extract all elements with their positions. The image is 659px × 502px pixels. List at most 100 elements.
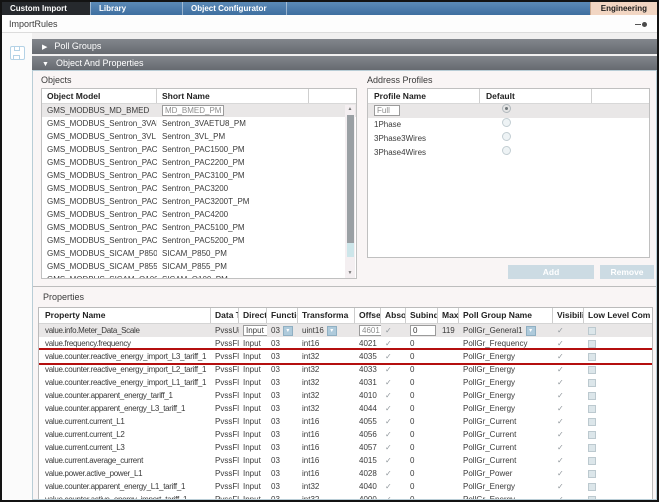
dropdown-arrow-icon[interactable]: ▾ xyxy=(283,326,293,336)
profile-row[interactable]: 3Phase4Wires xyxy=(368,146,649,160)
object-row[interactable]: GMS_MODBUS_Sentron_PAC1500 Sentron_PAC15… xyxy=(42,143,356,156)
column-default[interactable]: Default xyxy=(480,89,592,103)
tab-bar: Custom Import Rules Library Configurator… xyxy=(2,2,657,15)
object-row[interactable]: GMS_MODBUS_Sentron_PAC4200 Sentron_PAC42… xyxy=(42,208,356,221)
cell-function: 03 xyxy=(267,480,298,493)
object-row[interactable]: GMS_MODBUS_Sentron_PAC3200 Sentron_PAC32… xyxy=(42,182,356,195)
column-object-model[interactable]: Object Model xyxy=(42,89,157,103)
low-level-checkbox[interactable] xyxy=(588,405,596,413)
column-data-type[interactable]: Data Ty xyxy=(211,308,239,323)
scroll-up-icon[interactable]: ▲ xyxy=(345,105,355,114)
engineering-mode-badge[interactable]: Engineering xyxy=(590,2,657,15)
low-level-checkbox[interactable] xyxy=(588,444,596,452)
profile-name-input[interactable]: Full xyxy=(374,105,400,116)
property-row[interactable]: value.info.Meter_Data_Scale PvssUint Inp… xyxy=(39,324,652,337)
object-row[interactable]: GMS_MODBUS_MD_BMED MD_BMED_PM xyxy=(42,104,356,117)
section-header-poll-groups[interactable]: ▶Poll Groups xyxy=(32,39,657,54)
property-row[interactable]: value.counter.reactive_energy_import_L1_… xyxy=(39,376,652,389)
scrollbar-thumb[interactable] xyxy=(347,115,354,243)
tab-object-configurator[interactable]: Object Configurator xyxy=(182,2,282,15)
column-profile-name[interactable]: Profile Name xyxy=(368,89,480,103)
remove-button[interactable]: Remove xyxy=(600,265,654,279)
section-header-object-and-properties[interactable]: ▼Object And Properties xyxy=(32,56,657,70)
subindex-input[interactable]: 0 xyxy=(410,325,436,336)
column-max[interactable]: Max S xyxy=(438,308,459,323)
property-row[interactable]: value.frequency.frequency PvssFloa Input… xyxy=(39,337,652,350)
column-absolute[interactable]: Absolu xyxy=(381,308,406,323)
scrollbar-track-segment[interactable] xyxy=(347,243,354,257)
low-level-checkbox[interactable] xyxy=(588,353,596,361)
column-short-name[interactable]: Short Name xyxy=(157,89,309,103)
property-row[interactable]: value.counter.reactive_energy_import_L3_… xyxy=(39,350,652,363)
properties-table: Property Name Data Ty Directio Function … xyxy=(38,307,653,500)
low-level-checkbox[interactable] xyxy=(588,418,596,426)
profile-row[interactable]: 1Phase xyxy=(368,118,649,132)
save-button[interactable] xyxy=(10,46,25,60)
default-radio-button[interactable] xyxy=(502,118,511,127)
low-level-checkbox[interactable] xyxy=(588,483,596,491)
profile-row[interactable]: 3Phase3Wires xyxy=(368,132,649,146)
low-level-checkbox[interactable] xyxy=(588,431,596,439)
profile-row[interactable]: Full xyxy=(368,104,649,118)
default-radio-button[interactable] xyxy=(502,146,511,155)
low-level-checkbox[interactable] xyxy=(588,327,596,335)
cell-object-model: GMS_MODBUS_SICAM_P850 xyxy=(42,247,157,260)
check-icon: ✓ xyxy=(385,378,392,387)
direction-input[interactable]: Input xyxy=(243,325,267,336)
dropdown-arrow-icon[interactable]: ▾ xyxy=(526,326,536,336)
object-row[interactable]: GMS_MODBUS_SICAM_P850 SICAM_P850_PM xyxy=(42,247,356,260)
cell-function: 03 xyxy=(267,389,298,402)
column-low-level-comp[interactable]: Low Level Comp xyxy=(584,308,650,323)
column-visibility[interactable]: Visibility xyxy=(553,308,584,323)
low-level-checkbox[interactable] xyxy=(588,379,596,387)
object-row[interactable]: GMS_MODBUS_Sentron_PAC3100 Sentron_PAC31… xyxy=(42,169,356,182)
property-row[interactable]: value.power.active_power_L1 PvssFloa Inp… xyxy=(39,467,652,480)
low-level-checkbox[interactable] xyxy=(588,340,596,348)
column-property-name[interactable]: Property Name xyxy=(39,308,211,323)
cell-low-level xyxy=(584,363,650,376)
cell-visibility: ✓ xyxy=(553,389,584,402)
low-level-checkbox[interactable] xyxy=(588,457,596,465)
low-level-checkbox[interactable] xyxy=(588,366,596,374)
column-poll-group-name[interactable]: Poll Group Name xyxy=(459,308,553,323)
default-radio-button[interactable] xyxy=(502,132,511,141)
column-offset[interactable]: Offset xyxy=(355,308,381,323)
offset-input[interactable]: 4601 xyxy=(359,325,381,336)
check-icon: ✓ xyxy=(557,391,564,400)
low-level-checkbox[interactable] xyxy=(588,470,596,478)
property-row[interactable]: value.current.current_L3 PvssFloa Input … xyxy=(39,441,652,454)
cell-absolute: ✓ xyxy=(381,428,406,441)
object-row[interactable]: GMS_MODBUS_Sentron_PAC5200 Sentron_PAC52… xyxy=(42,234,356,247)
objects-scrollbar[interactable]: ▲ ▼ xyxy=(345,105,355,278)
property-row[interactable]: value.counter.reactive_energy_import_L2_… xyxy=(39,363,652,376)
column-transformation[interactable]: Transforma xyxy=(298,308,355,323)
low-level-checkbox[interactable] xyxy=(588,496,596,500)
cell-data-type: PvssFloa xyxy=(211,337,239,350)
property-row[interactable]: value.counter.apparent_energy_tariff_1 P… xyxy=(39,389,652,402)
column-function[interactable]: Function xyxy=(267,308,298,323)
tab-library-configurator[interactable]: Library Configurator xyxy=(90,2,182,15)
default-radio-button[interactable] xyxy=(502,104,511,113)
cell-max xyxy=(438,389,459,402)
cell-low-level xyxy=(584,402,650,415)
property-row[interactable]: value.current.current_L1 PvssFloa Input … xyxy=(39,415,652,428)
property-row[interactable]: value.counter.apparent_energy_L3_tariff_… xyxy=(39,402,652,415)
property-row[interactable]: value.counter.active_energy_import_tarif… xyxy=(39,493,652,500)
object-row[interactable]: GMS_MODBUS_Sentron_PAC5100 Sentron_PAC51… xyxy=(42,221,356,234)
object-row[interactable]: GMS_MODBUS_Sentron_PAC2200 Sentron_PAC22… xyxy=(42,156,356,169)
property-row[interactable]: value.counter.apparent_energy_L1_tariff_… xyxy=(39,480,652,493)
short-name-input[interactable]: MD_BMED_PM xyxy=(162,105,224,116)
object-row[interactable]: GMS_MODBUS_Sentron_3VAETU8 Sentron_3VAET… xyxy=(42,117,356,130)
cell-short-name: Sentron_PAC3100_PM xyxy=(157,169,309,182)
property-row[interactable]: value.current.current_L2 PvssFloa Input … xyxy=(39,428,652,441)
column-subindex[interactable]: Subinde xyxy=(406,308,438,323)
tab-custom-import-rules[interactable]: Custom Import Rules xyxy=(2,2,90,15)
property-row[interactable]: value.current.average_current PvssFloa I… xyxy=(39,454,652,467)
object-row[interactable]: GMS_MODBUS_Sentron_PAC3200T Sentron_PAC3… xyxy=(42,195,356,208)
dropdown-arrow-icon[interactable]: ▾ xyxy=(327,326,337,336)
add-button[interactable]: Add xyxy=(508,265,594,279)
pin-icon[interactable] xyxy=(635,22,647,27)
object-row[interactable]: GMS_MODBUS_Sentron_3VL Sentron_3VL_PM xyxy=(42,130,356,143)
column-direction[interactable]: Directio xyxy=(239,308,267,323)
low-level-checkbox[interactable] xyxy=(588,392,596,400)
